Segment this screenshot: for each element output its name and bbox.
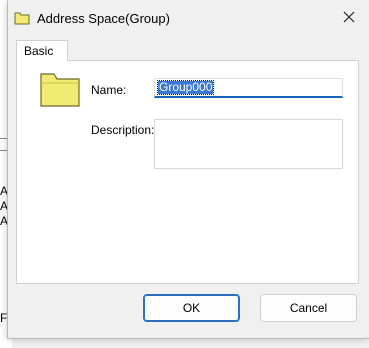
close-icon xyxy=(343,11,355,26)
description-textarea[interactable] xyxy=(154,119,343,169)
name-input-value: Group000 xyxy=(156,80,215,95)
cancel-button[interactable]: Cancel xyxy=(260,294,357,322)
name-label: Name: xyxy=(91,83,127,97)
name-input[interactable]: Group000 xyxy=(154,78,343,98)
basic-tab-panel: Name: Group000 Description: xyxy=(16,60,359,284)
tab-basic[interactable]: Basic xyxy=(16,40,68,61)
close-button[interactable] xyxy=(334,4,364,32)
description-label: Description: xyxy=(91,123,155,137)
folder-icon xyxy=(14,11,30,25)
title-bar[interactable]: Address Space(Group) xyxy=(8,0,369,38)
dialog-title: Address Space(Group) xyxy=(37,11,170,26)
folder-icon xyxy=(39,70,81,108)
tab-basic-label: Basic xyxy=(24,44,54,58)
address-space-group-dialog: Address Space(Group) Basic Name: Group00… xyxy=(8,0,369,338)
ok-button[interactable]: OK xyxy=(143,294,240,322)
